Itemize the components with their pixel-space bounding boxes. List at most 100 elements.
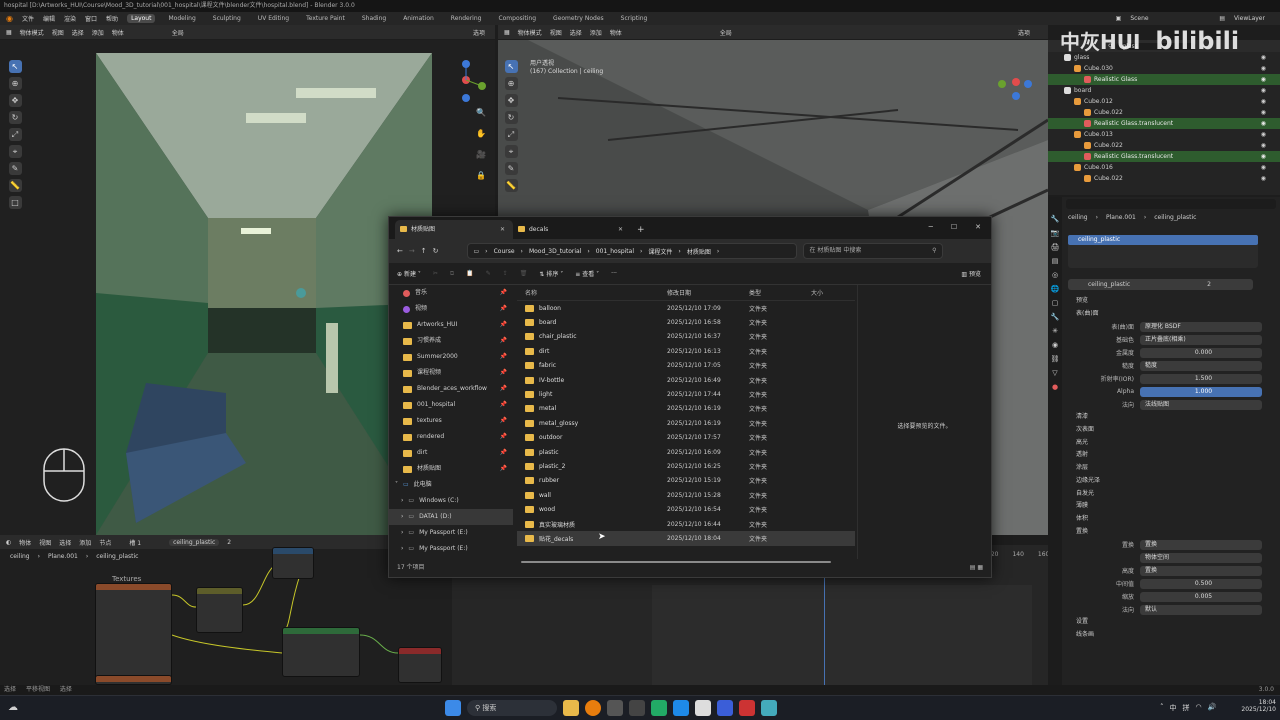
widgets-icon[interactable]: ☁ xyxy=(8,702,18,713)
subsection-header[interactable]: 边缘光泽 xyxy=(1048,475,1280,488)
file-row[interactable]: metal_glossy 2025/12/10 16:19 文件夹 xyxy=(517,416,855,430)
nav-item[interactable]: rendered 📌 xyxy=(389,429,513,445)
nav-item[interactable]: Blender_aces_workflow 📌 xyxy=(389,381,513,397)
property-field[interactable]: 0.005 xyxy=(1140,591,1262,602)
mode-selector[interactable]: 物体模式 xyxy=(518,28,542,37)
outliner-row[interactable]: board ◉ xyxy=(1048,85,1280,96)
material-output-node[interactable] xyxy=(398,647,442,683)
paste-icon[interactable]: 📋 xyxy=(466,270,473,277)
subsection-header[interactable]: 透射 xyxy=(1048,449,1280,462)
scene-tab-icon[interactable]: ◎ xyxy=(1052,271,1058,279)
file-row[interactable]: outdoor 2025/12/10 17:57 文件夹 xyxy=(517,431,855,445)
property-field[interactable]: 物体空间 xyxy=(1140,552,1262,563)
horizontal-scrollbar[interactable] xyxy=(521,561,831,563)
select-tool-icon[interactable]: ↖ xyxy=(8,60,22,73)
transform-orientation[interactable]: 全局 xyxy=(720,28,732,37)
eye-icon[interactable]: ◉ xyxy=(1261,52,1266,63)
transform-tool-icon[interactable]: ⌖ xyxy=(504,145,518,158)
preview-button[interactable]: ▥ 预览 xyxy=(961,269,981,278)
scale-tool-icon[interactable]: ⤢ xyxy=(8,128,22,141)
eye-icon[interactable]: ◉ xyxy=(1261,162,1266,173)
material-name-field[interactable]: ceiling_plastic xyxy=(1068,279,1253,290)
workspace-tab-uv-editing[interactable]: UV Editing xyxy=(254,14,293,23)
new-tab-icon[interactable]: + xyxy=(637,225,645,235)
chevron-right-icon[interactable]: › xyxy=(401,509,403,525)
view-button[interactable]: ≡ 查看 ˅ xyxy=(575,269,599,278)
displacement-node[interactable] xyxy=(95,675,172,685)
cursor-tool-icon[interactable]: ⊕ xyxy=(504,77,518,90)
property-field[interactable]: 0.000 xyxy=(1140,347,1262,358)
nav-item[interactable]: 视频 📌 xyxy=(389,301,513,317)
property-field[interactable]: 法线贴图 xyxy=(1140,399,1262,410)
eye-icon[interactable]: ◉ xyxy=(1261,151,1266,162)
annotate-tool-icon[interactable]: ✎ xyxy=(504,162,518,175)
nav-item[interactable]: Artworks_HUI 📌 xyxy=(389,317,513,333)
pin-icon[interactable]: 📌 xyxy=(500,365,507,381)
outliner-row[interactable]: Cube.030 ◉ xyxy=(1048,63,1280,74)
file-explorer-icon[interactable] xyxy=(563,700,579,716)
property-field[interactable]: 0.500 xyxy=(1140,578,1262,589)
outliner-row[interactable]: Cube.016 ◉ xyxy=(1048,162,1280,173)
workspace-tab-texture-paint[interactable]: Texture Paint xyxy=(302,14,349,23)
section-surface[interactable]: 表(曲)面 xyxy=(1048,308,1280,321)
maximize-icon[interactable]: ☐ xyxy=(951,223,957,231)
property-field[interactable]: 糙度 xyxy=(1140,360,1262,371)
volume-icon[interactable]: 🔊 xyxy=(1208,703,1217,713)
file-row[interactable]: rubber 2025/12/10 15:19 文件夹 xyxy=(517,474,855,488)
pin-icon[interactable]: 📌 xyxy=(500,445,507,461)
section-preview[interactable]: 预览 xyxy=(1048,295,1280,308)
scale-tool-icon[interactable]: ⤢ xyxy=(504,128,518,141)
pin-icon[interactable]: 📌 xyxy=(500,349,507,365)
editor-type-icon[interactable]: ▦ xyxy=(6,29,12,36)
property-field[interactable]: 1.500 xyxy=(1140,373,1262,384)
eye-icon[interactable]: ◉ xyxy=(1261,140,1266,151)
crumb-hospital[interactable]: 001_hospital xyxy=(596,248,634,255)
camera-icon[interactable]: 🎥 xyxy=(475,148,488,161)
menu-select[interactable]: 选择 xyxy=(72,28,84,37)
eye-icon[interactable]: ◉ xyxy=(1261,118,1266,129)
viewport-options[interactable]: 选项 xyxy=(1018,28,1030,37)
workspace-tab-shading[interactable]: Shading xyxy=(358,14,390,23)
workspace-tab-compositing[interactable]: Compositing xyxy=(494,14,540,23)
forward-arrow-icon[interactable]: → xyxy=(409,247,415,255)
pin-icon[interactable]: 📌 xyxy=(500,413,507,429)
address-breadcrumb[interactable]: ▭ › Course › Mood_3D_tutorial › 001_hosp… xyxy=(466,243,797,259)
property-field[interactable]: 默认 xyxy=(1140,604,1262,615)
properties-search[interactable] xyxy=(1066,199,1276,209)
app-red-icon[interactable] xyxy=(739,700,755,716)
file-row[interactable]: plastic_2 2025/12/10 16:25 文件夹 xyxy=(517,459,855,473)
rename-icon[interactable]: ✎ xyxy=(486,270,491,277)
nav-item[interactable]: 001_hospital 📌 xyxy=(389,397,513,413)
menu-object[interactable]: 物体 xyxy=(610,28,622,37)
explorer-search-input[interactable]: 在 材质贴图 中搜索 ⚲ xyxy=(802,243,943,259)
nav-item[interactable]: 材质贴图 📌 xyxy=(389,461,513,477)
lock-icon[interactable]: 🔒 xyxy=(475,169,488,182)
blender-icon[interactable] xyxy=(585,700,601,716)
world-tab-icon[interactable]: 🌐 xyxy=(1051,285,1060,293)
workspace-tab-layout[interactable]: Layout xyxy=(127,14,156,23)
subsection-header[interactable]: 次表面 xyxy=(1048,424,1280,437)
steam-icon[interactable] xyxy=(629,700,645,716)
tab-decals[interactable]: decals ✕ xyxy=(513,220,631,239)
tool-tab-icon[interactable]: 🔧 xyxy=(1051,215,1060,223)
material-slot-item[interactable]: ceiling_plastic xyxy=(1068,235,1258,245)
file-row[interactable]: 贴花_decals 2025/12/10 18:04 文件夹 xyxy=(517,531,855,546)
file-row[interactable]: wood 2025/12/10 16:54 文件夹 xyxy=(517,502,855,516)
add-cube-tool-icon[interactable]: □ xyxy=(8,196,22,209)
eye-icon[interactable]: ◉ xyxy=(1261,96,1266,107)
subsection-header[interactable]: 薄膜 xyxy=(1048,500,1280,513)
clock[interactable]: 18:04 2025/12/10 xyxy=(1236,699,1276,713)
menu-render[interactable]: 渲染 xyxy=(64,14,76,23)
file-row[interactable]: plastic 2025/12/10 16:09 文件夹 xyxy=(517,445,855,459)
transform-tool-icon[interactable]: ⌖ xyxy=(8,145,22,158)
outliner-row[interactable]: Realistic Glass ◉ xyxy=(1048,74,1280,85)
section-volume[interactable]: 体积 xyxy=(1048,513,1280,526)
transform-orientation[interactable]: 全局 xyxy=(172,28,184,37)
this-pc-item[interactable]: ˅ ▭ 此电脑 xyxy=(389,477,513,493)
select-tool-icon[interactable]: ↖ xyxy=(504,60,518,73)
viewport-options[interactable]: 选项 xyxy=(473,28,485,37)
file-row[interactable]: fabric 2025/12/10 17:05 文件夹 xyxy=(517,359,855,373)
eye-icon[interactable]: ◉ xyxy=(1261,85,1266,96)
workspace-tab-sculpting[interactable]: Sculpting xyxy=(209,14,245,23)
section-line-art[interactable]: 线条画 xyxy=(1048,629,1280,642)
